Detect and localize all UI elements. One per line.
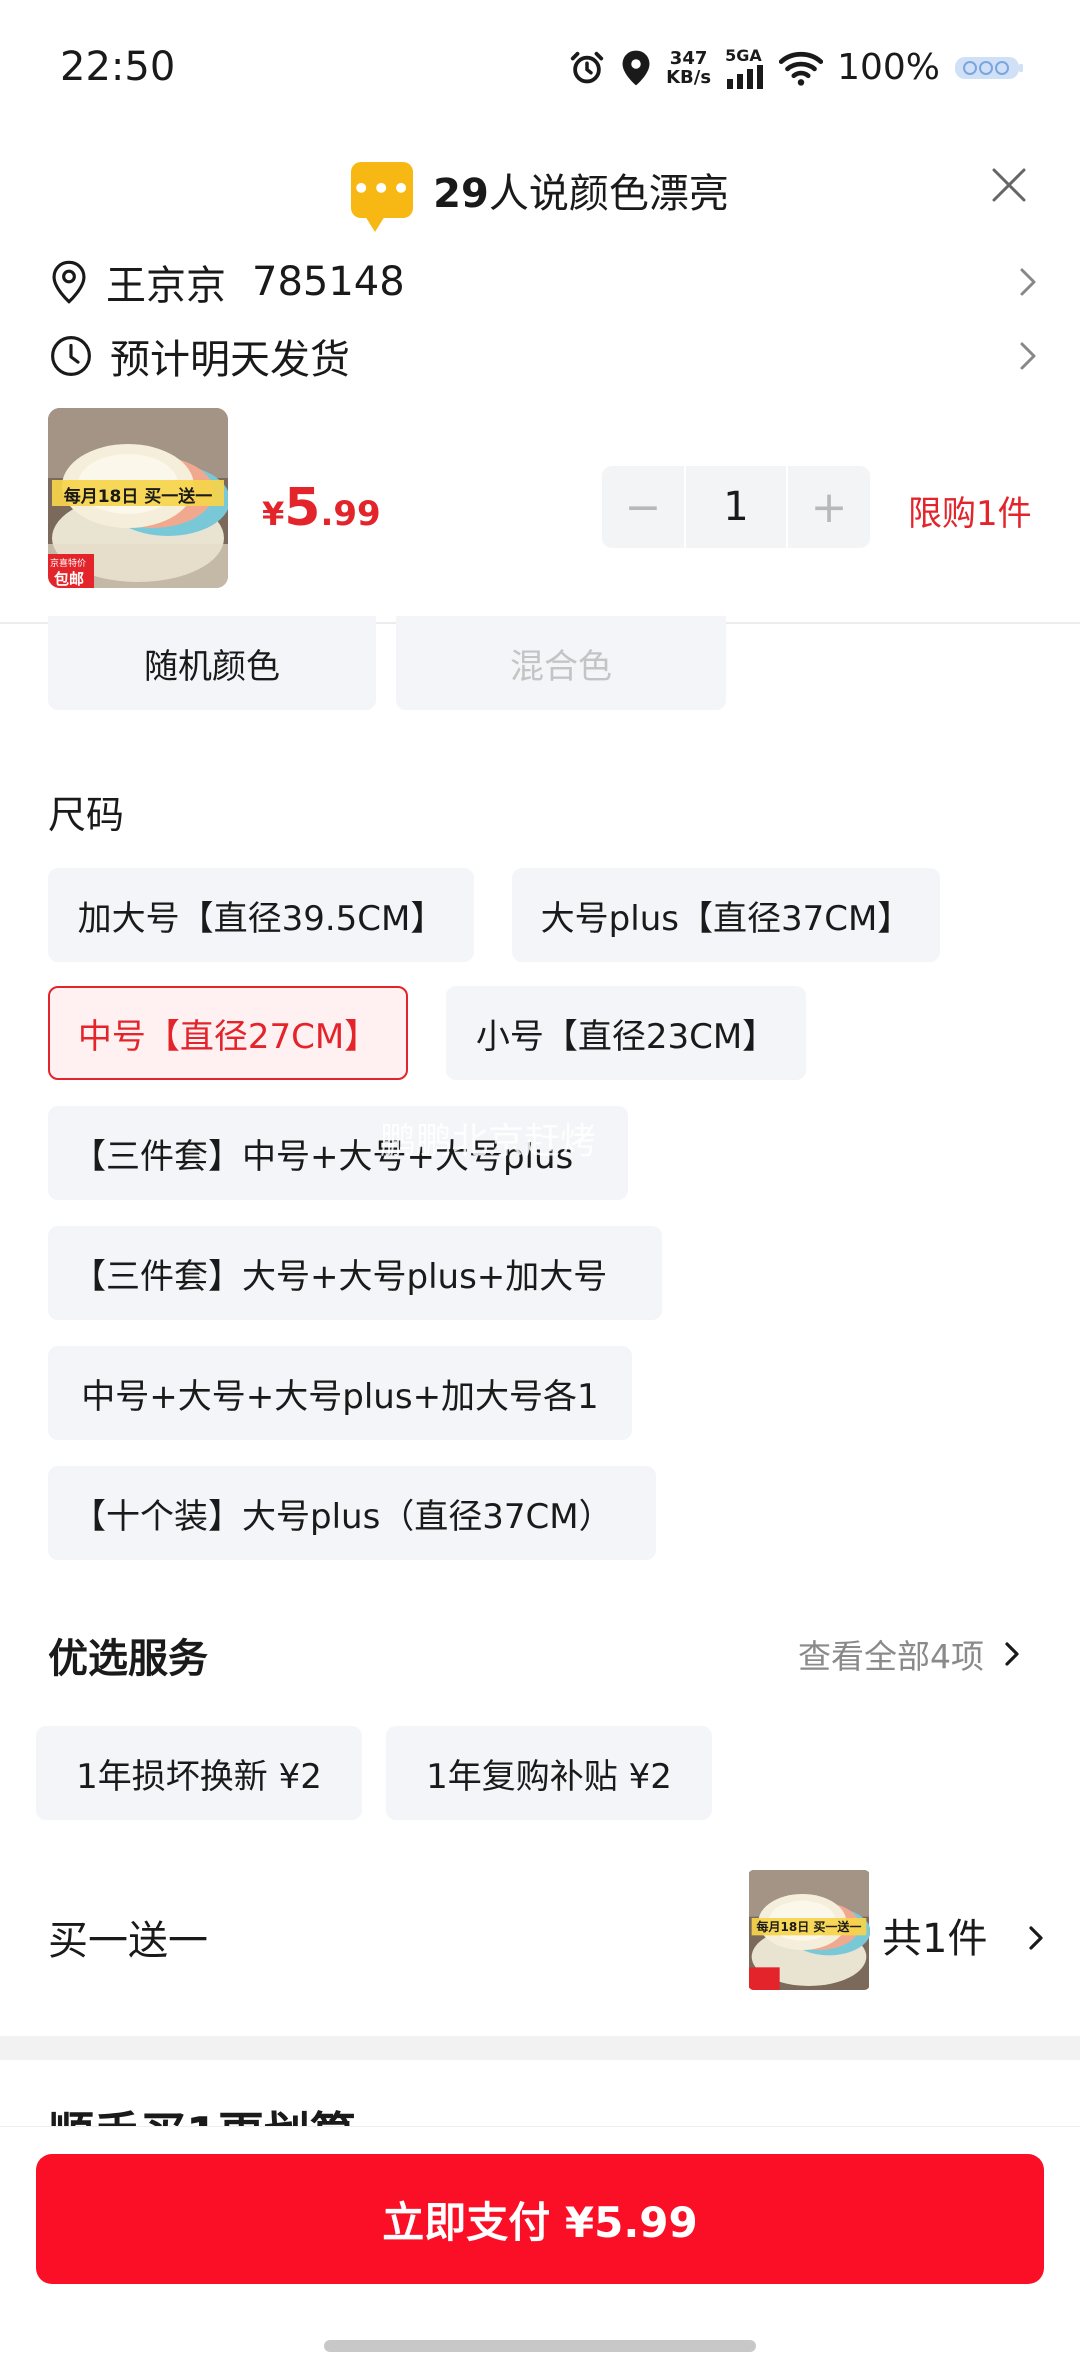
color-option-random[interactable]: 随机颜色 (48, 616, 376, 710)
size-option[interactable]: 中号+大号+大号plus+加大号各1 (48, 1346, 632, 1440)
gift-badge: 每月18日 买一送一 (756, 1920, 862, 1934)
net-speed-value: 347 (669, 47, 708, 69)
product-thumbnail[interactable]: 每月18日 买一送一 京喜特价 包邮 (48, 408, 228, 588)
promo-tag-sub: 包邮 (54, 570, 85, 588)
alarm-icon (570, 51, 604, 83)
services-section-title: 优选服务 (48, 1636, 208, 1682)
size-option[interactable]: 加大号【直径39.5CM】 (48, 868, 474, 962)
net-speed: 347 KB/s (666, 49, 711, 87)
price-decimal: .99 (320, 494, 381, 534)
net-speed-unit: KB/s (666, 66, 712, 88)
address-row[interactable]: 王京京 785148 (50, 252, 1040, 312)
pay-now-button[interactable]: 立即支付 ¥5.99 (36, 2154, 1044, 2284)
clock-icon (51, 336, 91, 376)
header-text: 29人说颜色漂亮 (433, 161, 729, 219)
price-integer: 5 (284, 478, 321, 538)
bogo-count[interactable]: 共1件 (882, 1906, 1050, 1964)
increment-button[interactable]: + (788, 466, 870, 548)
cell-signal: 5GA (725, 46, 765, 89)
bogo-count-label: 共1件 (882, 1916, 988, 1962)
size-option[interactable]: 小号【直径23CM】 (446, 986, 806, 1080)
address-name: 王京京 (106, 263, 226, 309)
wifi-icon (779, 51, 824, 86)
color-option-mixed[interactable]: 混合色 (396, 616, 726, 710)
status-icons: 347 KB/s 5GA 100% (568, 46, 1024, 89)
service-option[interactable]: 1年损坏换新 ¥2 (36, 1726, 362, 1820)
status-time: 22:50 (60, 44, 176, 90)
size-option[interactable]: 【十个装】大号plus（直径37CM） (48, 1466, 656, 1560)
delivery-row[interactable]: 预计明天发货 (50, 326, 1040, 386)
bogo-gift-thumbnail[interactable]: 每月18日 买一送一 (748, 1870, 870, 1990)
purchase-limit: 限购1件 (908, 494, 1032, 534)
location-pin-icon (52, 260, 86, 304)
address-code: 785148 (252, 259, 405, 305)
section-divider (0, 2036, 1080, 2060)
service-option[interactable]: 1年复购补贴 ¥2 (386, 1726, 712, 1820)
size-section-title: 尺码 (48, 793, 125, 837)
view-all-services-link[interactable]: 查看全部4项 (798, 1630, 1026, 1678)
chevron-right-icon (1029, 1926, 1043, 1950)
price-currency: ¥ (262, 495, 285, 533)
view-all-label: 查看全部4项 (798, 1637, 984, 1676)
watermark: 鹏鹏北京赶烤 (380, 1121, 597, 1162)
quantity-value[interactable]: 1 (686, 466, 786, 548)
close-icon[interactable] (984, 160, 1034, 210)
signal-icon (727, 65, 764, 89)
header-label: 人说颜色漂亮 (488, 171, 729, 217)
home-indicator[interactable] (324, 2340, 756, 2352)
chevron-right-icon (1005, 1642, 1019, 1666)
size-option[interactable]: 【三件套】大号+大号plus+加大号 (48, 1226, 662, 1320)
decrement-button[interactable]: − (602, 466, 684, 548)
battery-icon (955, 56, 1023, 79)
battery-percent: 100% (837, 47, 940, 88)
product-price: ¥5.99 (262, 478, 381, 538)
chat-bubble-icon: ••• (351, 162, 414, 232)
size-option-selected[interactable]: 中号【直径27CM】 (48, 986, 408, 1080)
size-option[interactable]: 大号plus【直径37CM】 (512, 868, 940, 962)
popup-header: ••• 29人说颜色漂亮 (0, 150, 1080, 232)
quantity-stepper: − 1 + (602, 466, 870, 548)
location-icon (622, 50, 650, 85)
chevron-right-icon (1020, 268, 1036, 296)
header-count: 29 (433, 171, 489, 217)
network-type-label: 5GA (725, 46, 762, 65)
bogo-title: 买一送一 (48, 1918, 208, 1964)
delivery-text: 预计明天发货 (110, 337, 350, 383)
promo-badge: 每月18日 买一送一 (63, 487, 213, 507)
chevron-right-icon (1020, 342, 1036, 370)
